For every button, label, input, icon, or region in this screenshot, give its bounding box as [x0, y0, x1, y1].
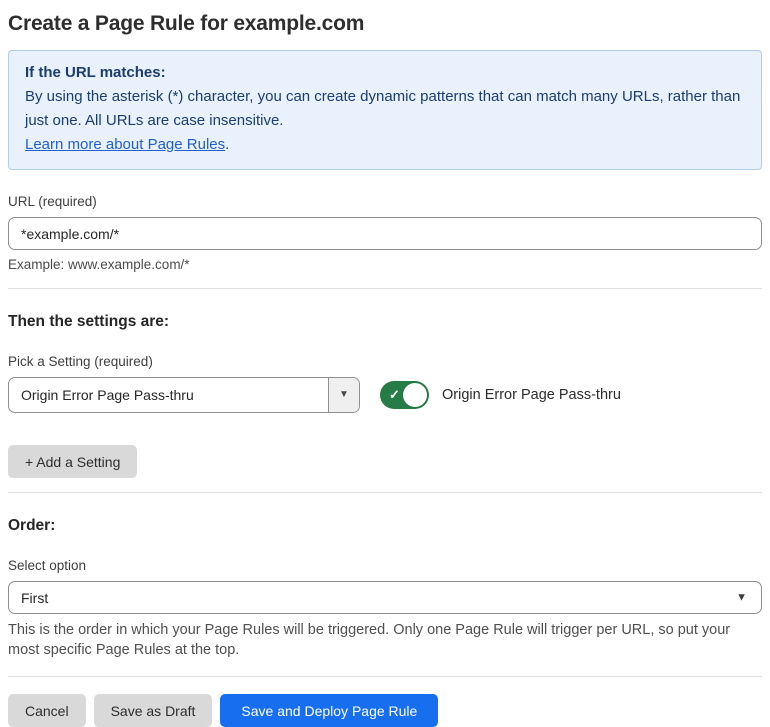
- caret-down-icon: ▼: [736, 591, 747, 603]
- toggle-knob[interactable]: [403, 383, 427, 407]
- setting-toggle-group: ✓ Origin Error Page Pass-thru: [380, 381, 621, 409]
- info-box-link-line: Learn more about Page Rules.: [25, 133, 745, 157]
- divider: [8, 676, 762, 677]
- order-heading: Order:: [8, 517, 56, 534]
- learn-more-link[interactable]: Learn more about Page Rules: [25, 136, 225, 153]
- select-option-label: Select option: [8, 558, 87, 573]
- caret-down-icon: ▼: [339, 389, 349, 400]
- setting-row: Origin Error Page Pass-thru ▼ ✓ Origin E…: [8, 377, 762, 413]
- info-box-heading: If the URL matches:: [25, 64, 166, 81]
- divider: [8, 492, 762, 493]
- divider: [8, 288, 762, 289]
- setting-dropdown-value[interactable]: Origin Error Page Pass-thru: [9, 378, 328, 412]
- pick-setting-label: Pick a Setting (required): [8, 354, 153, 369]
- settings-heading: Then the settings are:: [8, 313, 170, 330]
- setting-toggle-label: Origin Error Page Pass-thru: [442, 387, 621, 403]
- order-help-text: This is the order in which your Page Rul…: [8, 622, 731, 658]
- add-setting-button[interactable]: + Add a Setting: [8, 445, 138, 478]
- setting-dropdown-arrow-button[interactable]: ▼: [328, 378, 359, 412]
- order-select-value: First: [21, 589, 49, 606]
- footer-buttons: Cancel Save as Draft Save and Deploy Pag…: [8, 694, 762, 727]
- info-box-body: By using the asterisk (*) character, you…: [25, 88, 741, 129]
- page-title: Create a Page Rule for example.com: [8, 12, 365, 35]
- setting-toggle[interactable]: ✓: [380, 381, 429, 409]
- url-input[interactable]: [8, 217, 762, 250]
- url-example-text: Example: www.example.com/*: [8, 257, 190, 272]
- save-and-deploy-button[interactable]: Save and Deploy Page Rule: [220, 694, 439, 727]
- setting-dropdown[interactable]: Origin Error Page Pass-thru ▼: [8, 377, 360, 413]
- save-as-draft-button[interactable]: Save as Draft: [93, 694, 213, 727]
- url-label: URL (required): [8, 194, 97, 209]
- check-icon: ✓: [389, 387, 400, 403]
- order-select[interactable]: First ▼: [8, 581, 762, 614]
- link-suffix: .: [225, 136, 230, 153]
- cancel-button[interactable]: Cancel: [8, 694, 86, 727]
- info-box: If the URL matches: By using the asteris…: [8, 50, 762, 170]
